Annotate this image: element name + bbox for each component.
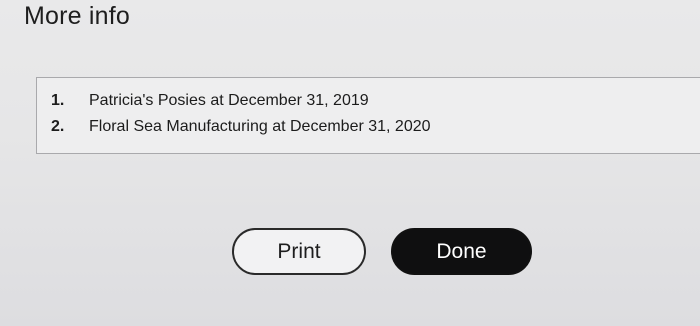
dialog-title: More info [24,2,131,30]
list-item-number: 1. [51,92,65,109]
done-button[interactable]: Done [391,228,532,275]
list-item: 2. Floral Sea Manufacturing at December … [51,118,431,144]
info-box: 1. Patricia's Posies at December 31, 201… [36,77,700,154]
list-item-text: Floral Sea Manufacturing at December 31,… [89,118,431,135]
list-item-text: Patricia's Posies at December 31, 2019 [89,92,369,109]
print-button[interactable]: Print [232,228,366,275]
info-list: 1. Patricia's Posies at December 31, 201… [51,92,431,144]
list-item-number: 2. [51,118,65,135]
list-item: 1. Patricia's Posies at December 31, 201… [51,92,431,118]
